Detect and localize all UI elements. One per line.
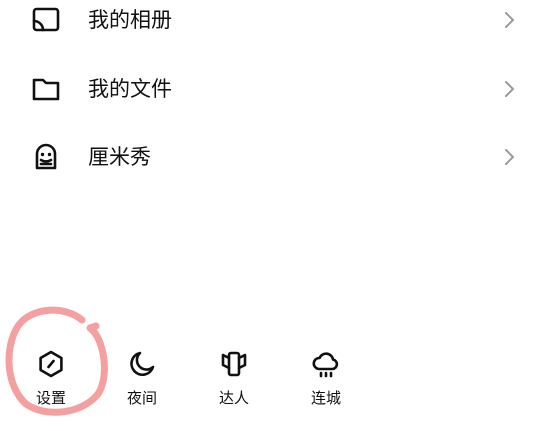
menu-item-my-files[interactable]: 我的文件: [0, 61, 550, 117]
settings-hexagon-icon: [39, 350, 63, 378]
menu-item-label: 厘米秀: [88, 145, 151, 169]
cloud-rain-icon: [312, 352, 339, 378]
cmshow-face-icon: [35, 143, 57, 170]
menu-item-label: 我的相册: [88, 8, 172, 32]
bottom-item-label: 连城: [310, 389, 341, 407]
menu-item-my-album[interactable]: 我的相册: [0, 0, 550, 48]
bottom-item-label: 设置: [35, 389, 66, 407]
phone-wings-icon: [221, 351, 247, 377]
chevron-right-icon: [505, 149, 514, 165]
bottom-item-label: 夜间: [126, 389, 157, 407]
bottom-item-night-mode[interactable]: 夜间: [104, 342, 180, 416]
bottom-item-settings[interactable]: 设置: [13, 342, 89, 416]
bottom-item-liancheng[interactable]: 连城: [288, 342, 364, 416]
menu-item-cmshow[interactable]: 厘米秀: [0, 129, 550, 185]
chevron-right-icon: [505, 12, 514, 28]
bottom-item-expert[interactable]: 达人: [196, 342, 272, 416]
folder-icon: [32, 78, 60, 101]
album-cast-icon: [32, 7, 60, 32]
bottom-item-label: 达人: [218, 389, 249, 407]
moon-icon: [130, 351, 155, 376]
menu-item-label: 我的文件: [88, 77, 172, 101]
chevron-right-icon: [505, 81, 514, 97]
